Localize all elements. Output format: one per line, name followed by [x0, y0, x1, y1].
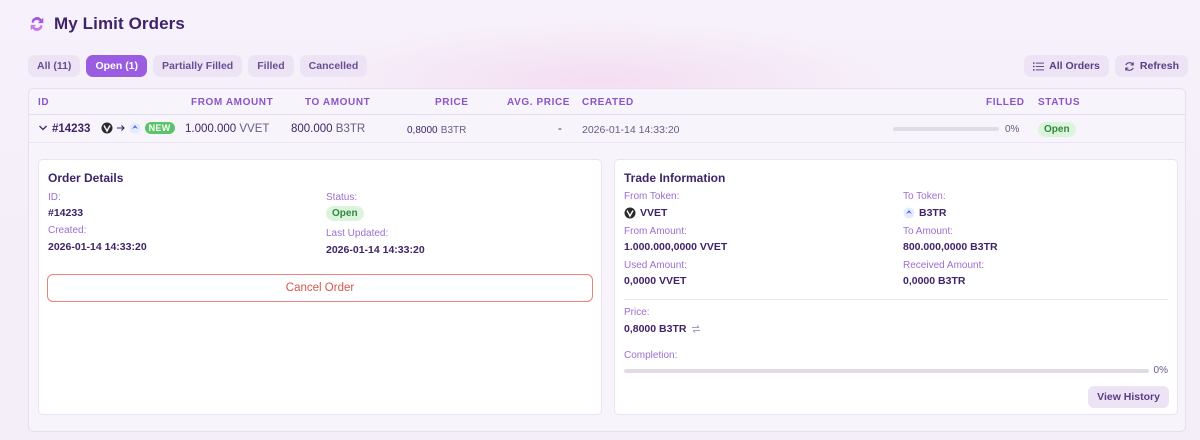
vvet-token-icon [624, 207, 636, 219]
b3tr-token-icon [903, 207, 915, 219]
filter-open[interactable]: Open (1) [86, 55, 148, 77]
trade-info-title: Trade Information [624, 171, 726, 185]
filter-filled[interactable]: Filled [248, 55, 294, 77]
completion-progress-bar [624, 369, 1149, 373]
to-token-value: B3TR [919, 207, 947, 219]
swap-arrows-icon[interactable] [691, 324, 701, 334]
all-orders-button[interactable]: All Orders [1024, 55, 1109, 77]
page-header: My Limit Orders [28, 14, 185, 34]
avg-price-cell: - [558, 123, 562, 135]
used-amount-label: Used Amount: [624, 260, 687, 271]
from-token-value: VVET [640, 207, 668, 219]
page-title: My Limit Orders [54, 14, 185, 33]
detail-id-label: ID: [48, 192, 61, 203]
order-details-panel: Order Details ID: #14233 Status: Open Cr… [38, 159, 602, 415]
status-badge: Open [1038, 122, 1076, 137]
filled-progress-bar [893, 127, 999, 131]
filled-percent: 0% [1005, 124, 1020, 135]
price-token: B3TR [440, 125, 467, 136]
header-from-amount[interactable]: FROM AMOUNT [191, 97, 273, 108]
price-value: 0,8000 B3TR [624, 323, 687, 335]
used-amount-value: 0,0000 VVET [624, 275, 687, 287]
created-cell: 2026-01-14 14:33:20 [582, 124, 680, 136]
filter-partially-filled[interactable]: Partially Filled [153, 55, 243, 77]
vvet-token-icon [101, 122, 113, 134]
to-amount-token: B3TR [335, 123, 366, 135]
token-pair: NEW [101, 122, 175, 134]
new-badge: NEW [144, 122, 175, 134]
from-amount-label: From Amount: [624, 226, 687, 237]
chevron-down-icon [39, 125, 47, 131]
swap-logo-icon [30, 17, 44, 31]
header-status[interactable]: STATUS [1038, 97, 1080, 108]
detail-created-label: Created: [48, 225, 87, 236]
detail-status-badge-wrap: Open [326, 206, 364, 221]
from-token-row: VVET [624, 207, 667, 219]
detail-updated-value: 2026-01-14 14:33:20 [326, 244, 425, 256]
list-icon [1033, 61, 1045, 71]
toolbar-actions: All Orders Refresh [1024, 55, 1188, 77]
b3tr-token-icon [129, 122, 141, 134]
detail-id-value: #14233 [48, 207, 84, 219]
detail-status-badge: Open [326, 206, 364, 221]
header-avg-price[interactable]: AVG. PRICE [507, 97, 570, 108]
completion-label: Completion: [624, 350, 678, 361]
refresh-label: Refresh [1139, 60, 1179, 72]
to-token-label: To Token: [903, 191, 946, 202]
view-history-button[interactable]: View History [1088, 386, 1169, 408]
price-value: 0,8000 [407, 125, 438, 136]
arrow-right-icon [117, 125, 125, 131]
header-to-amount[interactable]: TO AMOUNT [305, 97, 370, 108]
expand-row-toggle[interactable] [38, 122, 48, 134]
table-header: ID FROM AMOUNT TO AMOUNT PRICE AVG. PRIC… [29, 89, 1185, 115]
from-amount-value: 1.000.000,0000 VVET [624, 241, 728, 253]
trade-divider [624, 299, 1168, 300]
price-cell: 0,8000 B3TR [407, 124, 466, 136]
orders-table: ID FROM AMOUNT TO AMOUNT PRICE AVG. PRIC… [28, 88, 1186, 432]
received-amount-value: 0,0000 B3TR [903, 275, 966, 287]
received-amount-label: Received Amount: [903, 260, 985, 271]
filter-cancelled[interactable]: Cancelled [299, 55, 368, 77]
status-cell: Open [1038, 122, 1076, 137]
detail-status-label: Status: [326, 192, 358, 203]
all-orders-label: All Orders [1049, 60, 1100, 72]
to-token-row: B3TR [903, 207, 946, 219]
detail-created-value: 2026-01-14 14:33:20 [48, 241, 147, 253]
from-amount-token: VVET [239, 123, 270, 135]
header-filled[interactable]: FILLED [986, 97, 1025, 108]
to-amount-cell: 800.000 B3TR [291, 123, 365, 135]
table-row[interactable]: #14233 NEW 1.000.000 VVET 800.000 B3TR 0… [29, 115, 1185, 143]
filter-tabs: All (11) Open (1) Partially Filled Fille… [28, 55, 368, 77]
refresh-icon [1125, 61, 1134, 71]
header-id[interactable]: ID [38, 97, 49, 108]
from-amount-value: 1.000.000 [185, 123, 237, 135]
cancel-order-button[interactable]: Cancel Order [47, 274, 593, 302]
header-created[interactable]: CREATED [582, 97, 634, 108]
trade-info-panel: Trade Information From Token: VVET To To… [614, 159, 1178, 415]
filter-all[interactable]: All (11) [28, 55, 81, 77]
detail-updated-label: Last Updated: [326, 228, 389, 239]
order-id: #14233 [52, 123, 91, 135]
order-details-title: Order Details [48, 171, 124, 185]
to-amount-value: 800.000 [291, 123, 333, 135]
header-price[interactable]: PRICE [435, 97, 469, 108]
to-amount-label: To Amount: [903, 226, 954, 237]
from-amount-cell: 1.000.000 VVET [185, 123, 269, 135]
from-token-label: From Token: [624, 191, 680, 202]
to-amount-value: 800.000,0000 B3TR [903, 241, 998, 253]
refresh-button[interactable]: Refresh [1114, 55, 1188, 77]
completion-percent: 0% [1153, 365, 1168, 376]
price-row: 0,8000 B3TR [624, 323, 701, 335]
price-label: Price: [624, 307, 650, 318]
